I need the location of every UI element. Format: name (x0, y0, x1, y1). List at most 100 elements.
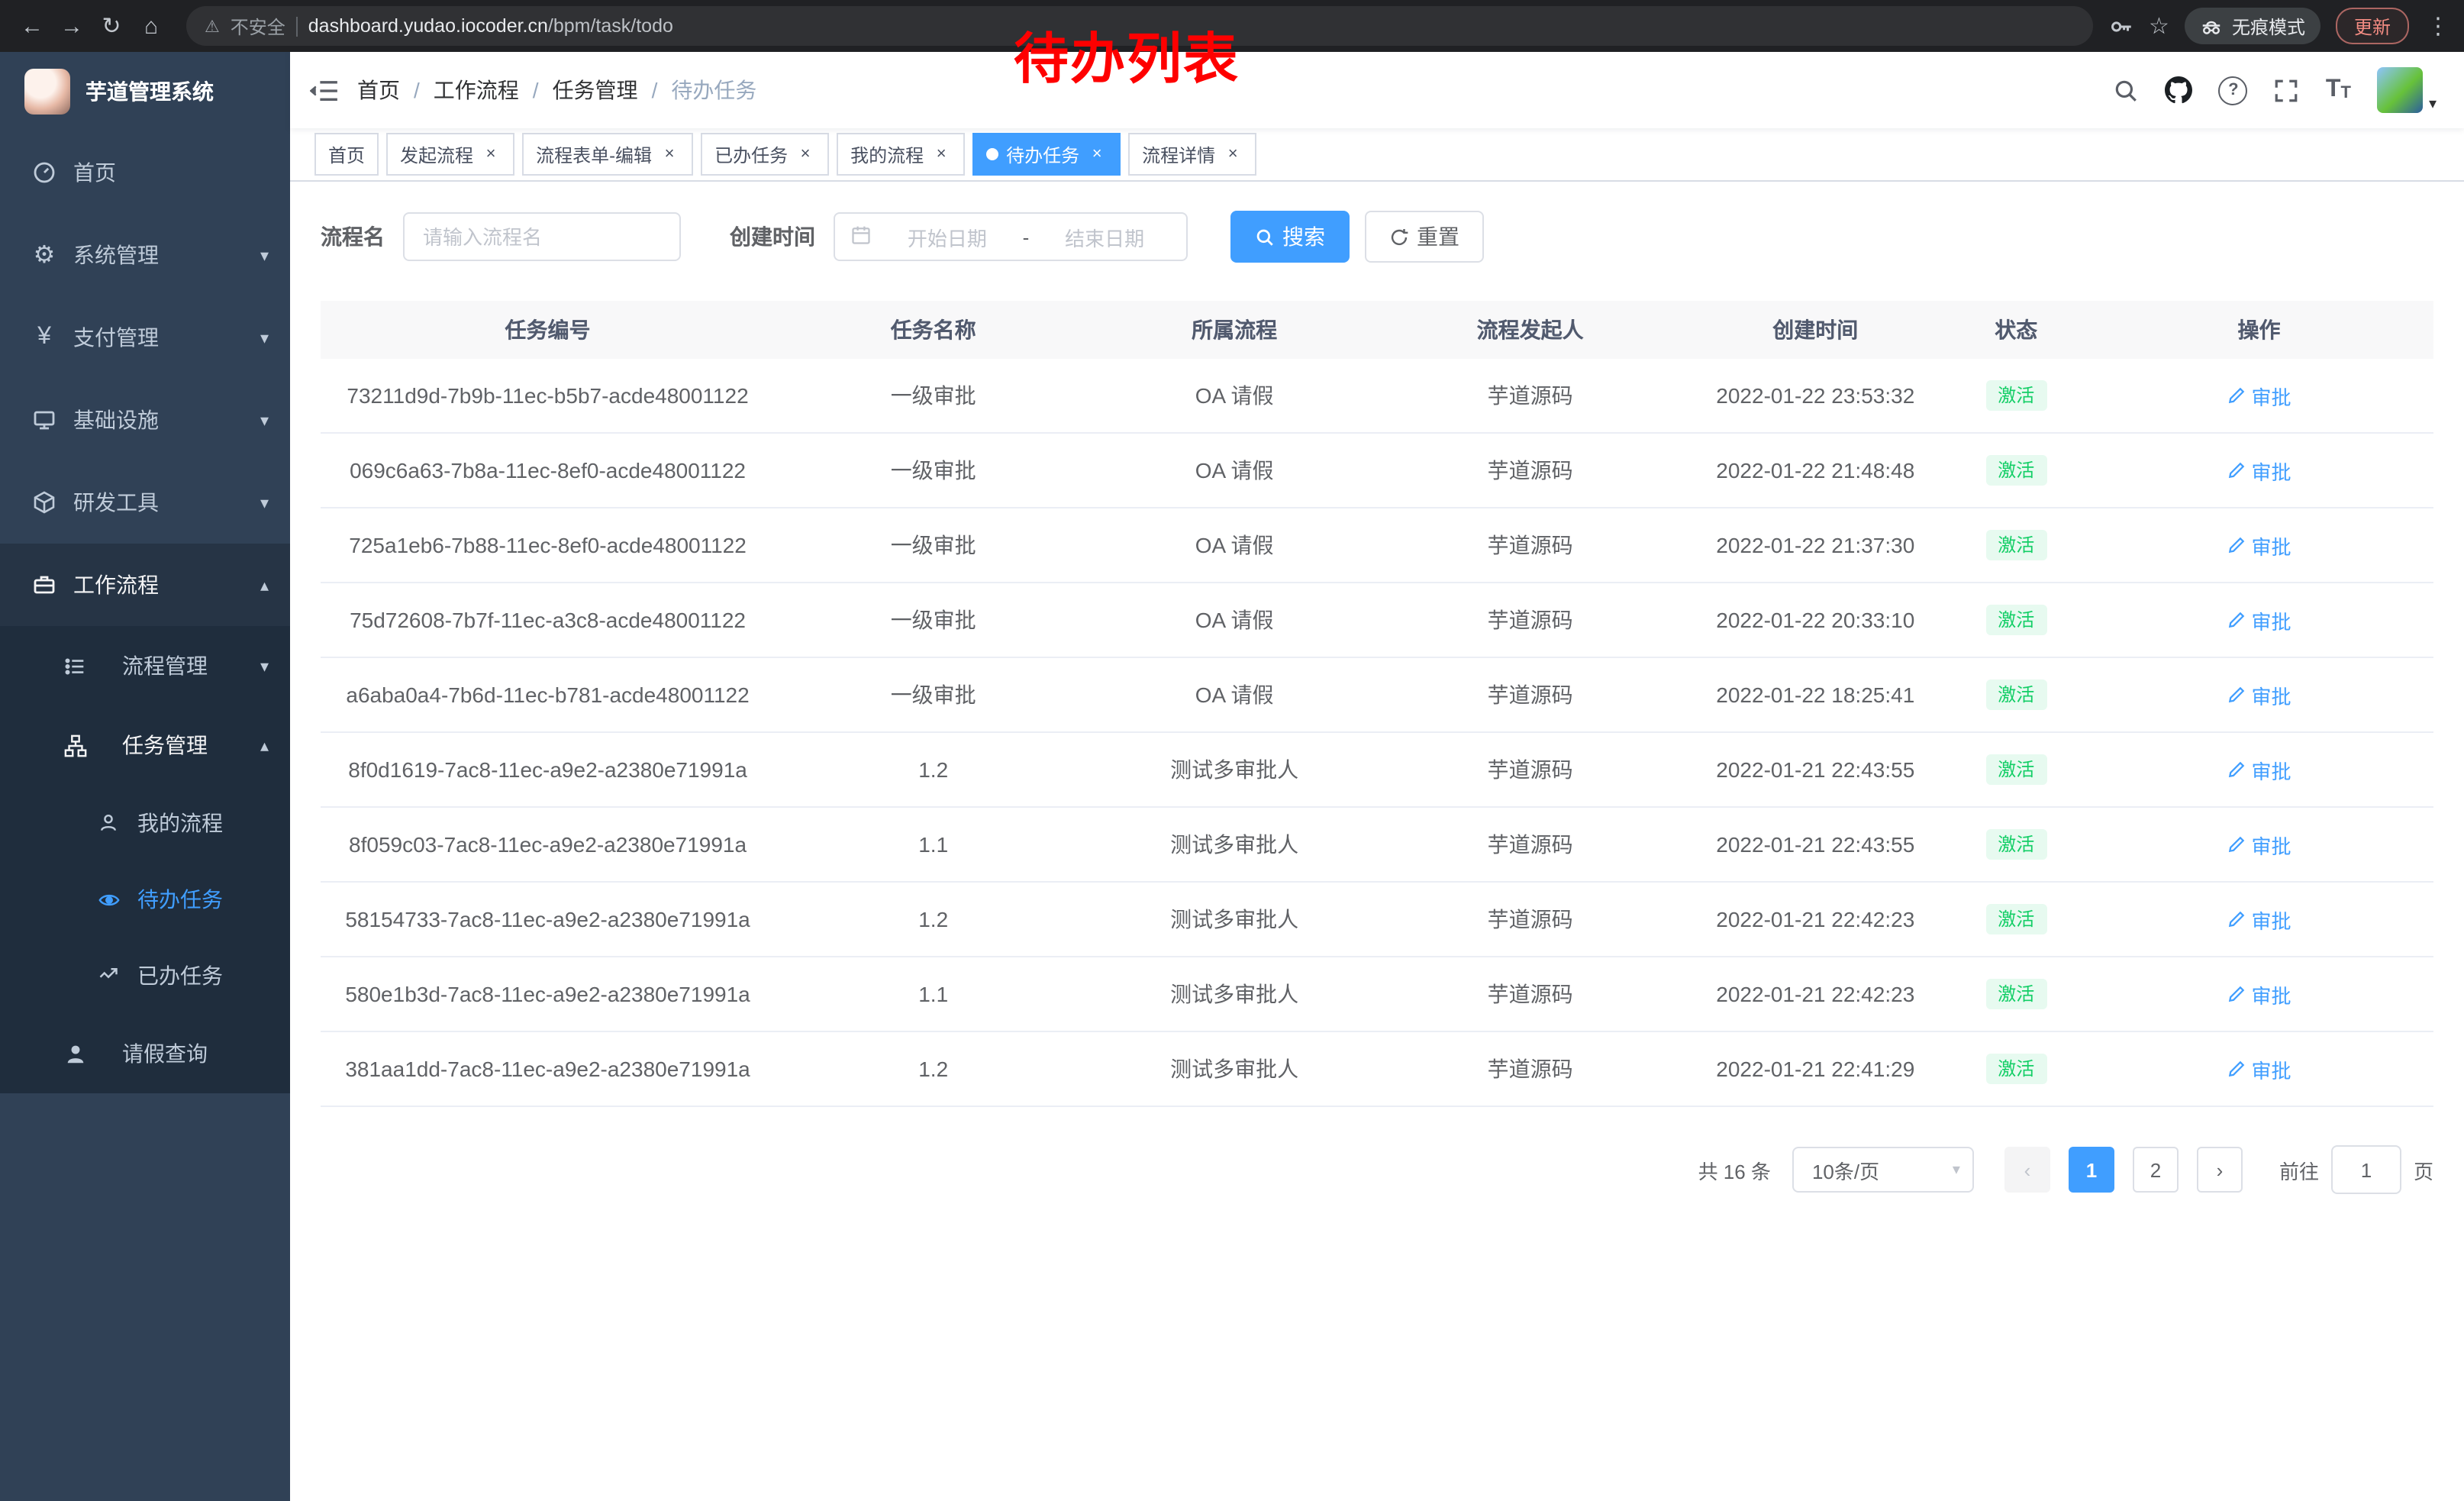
sidebar-item-done-task[interactable]: 已办任务 (0, 938, 290, 1014)
sidebar-item-payment[interactable]: ¥ 支付管理 ▾ (0, 296, 290, 379)
cell-process: 测试多审批人 (1092, 754, 1377, 785)
cell-initiator: 芋道源码 (1377, 455, 1683, 486)
tab-done-task[interactable]: 已办任务× (701, 133, 829, 176)
cell-initiator: 芋道源码 (1377, 754, 1683, 785)
page-button-1[interactable]: 1 (2069, 1147, 2114, 1193)
sidebar-item-leave-query[interactable]: 请假查询 (0, 1014, 290, 1093)
breadcrumb-item[interactable]: 任务管理 (553, 75, 638, 105)
tab-my-process[interactable]: 我的流程× (837, 133, 965, 176)
sidebar-toggle-icon[interactable] (290, 52, 357, 128)
dashboard-gauge-icon (31, 160, 58, 185)
sidebar-item-label: 请假查询 (122, 1038, 208, 1069)
cube-icon (31, 490, 58, 515)
browser-update-button[interactable]: 更新 (2336, 8, 2409, 44)
table-row: 75d72608-7b7f-11ec-a3c8-acde48001122 一级审… (321, 583, 2433, 658)
cell-initiator: 芋道源码 (1377, 1054, 1683, 1084)
navbar-actions: ? TT ▾ (2114, 67, 2437, 113)
avatar[interactable] (2377, 67, 2423, 113)
tab-process-detail[interactable]: 流程详情× (1128, 133, 1256, 176)
browser-forward-icon[interactable]: → (52, 6, 92, 46)
prev-page-button[interactable]: ‹ (2004, 1147, 2050, 1193)
goto-page-input[interactable] (2331, 1145, 2401, 1194)
sidebar-item-devtools[interactable]: 研发工具 ▾ (0, 461, 290, 544)
page-button-2[interactable]: 2 (2133, 1147, 2179, 1193)
browser-home-icon[interactable]: ⌂ (131, 6, 171, 46)
main-area: 首页 / 工作流程 / 任务管理 / 待办任务 (290, 52, 2464, 1501)
tab-todo-task[interactable]: 待办任务× (972, 133, 1121, 176)
next-page-button[interactable]: › (2197, 1147, 2243, 1193)
cell-initiator: 芋道源码 (1377, 380, 1683, 411)
active-dot (986, 148, 998, 160)
breadcrumb: 首页 / 工作流程 / 任务管理 / 待办任务 (357, 75, 756, 105)
range-separator: - (1023, 225, 1030, 248)
breadcrumb-separator: / (652, 78, 658, 102)
search-button[interactable]: 搜索 (1230, 211, 1350, 263)
breadcrumb-item[interactable]: 首页 (357, 75, 400, 105)
sidebar-logo[interactable]: 芋道管理系统 (0, 52, 290, 131)
cell-task-id: 58154733-7ac8-11ec-a9e2-a2380e71991a (321, 907, 775, 931)
gear-icon: ⚙ (31, 240, 58, 270)
approve-link[interactable]: 审批 (2227, 456, 2291, 485)
approve-link[interactable]: 审批 (2227, 830, 2291, 859)
approve-link[interactable]: 审批 (2227, 531, 2291, 560)
incognito-spy-icon (2200, 15, 2223, 37)
bookmark-star-icon[interactable]: ☆ (2149, 12, 2169, 40)
tab-form-edit[interactable]: 流程表单-编辑× (522, 133, 693, 176)
approve-link[interactable]: 审批 (2227, 1054, 2291, 1083)
search-icon[interactable] (2114, 77, 2140, 103)
status-badge: 激活 (1985, 1054, 2046, 1084)
cell-task-name: 1.2 (775, 1057, 1092, 1081)
approve-link[interactable]: 审批 (2227, 680, 2291, 709)
cell-task-id: 75d72608-7b7f-11ec-a3c8-acde48001122 (321, 608, 775, 632)
github-icon[interactable] (2166, 76, 2193, 104)
cell-created-time: 2022-01-22 18:25:41 (1683, 683, 1947, 707)
tab-start-process[interactable]: 发起流程× (386, 133, 514, 176)
breadcrumb-item[interactable]: 工作流程 (434, 75, 519, 105)
sidebar-item-system[interactable]: ⚙ 系统管理 ▾ (0, 214, 290, 296)
user-menu[interactable]: ▾ (2377, 67, 2437, 113)
close-icon[interactable]: × (1087, 144, 1107, 164)
chevron-down-icon: ▾ (260, 656, 269, 676)
process-name-input[interactable] (403, 212, 681, 261)
cell-process: OA 请假 (1092, 679, 1377, 710)
close-icon[interactable]: × (931, 144, 951, 164)
sidebar-item-todo-task[interactable]: 待办任务 (0, 861, 290, 938)
approve-link[interactable]: 审批 (2227, 605, 2291, 634)
sidebar-item-home[interactable]: 首页 (0, 131, 290, 214)
help-icon[interactable]: ? (2219, 76, 2248, 105)
font-size-icon[interactable]: TT (2326, 78, 2351, 102)
tab-home[interactable]: 首页 (314, 133, 379, 176)
briefcase-icon (31, 573, 58, 597)
close-icon[interactable]: × (795, 144, 815, 164)
browser-refresh-icon[interactable]: ↻ (92, 6, 131, 46)
approve-link[interactable]: 审批 (2227, 980, 2291, 1009)
user-chat-icon (95, 812, 122, 834)
cell-created-time: 2022-01-22 20:33:10 (1683, 608, 1947, 632)
close-icon[interactable]: × (660, 144, 679, 164)
browser-menu-icon[interactable]: ⋮ (2424, 12, 2452, 40)
cell-initiator: 芋道源码 (1377, 829, 1683, 860)
browser-back-icon[interactable]: ← (12, 6, 52, 46)
sidebar-item-workflow[interactable]: 工作流程 ▴ (0, 544, 290, 626)
sidebar-item-task-mgmt[interactable]: 任务管理 ▴ (0, 705, 290, 785)
status-badge: 激活 (1985, 904, 2046, 934)
reset-button[interactable]: 重置 (1365, 211, 1484, 263)
sidebar-item-label: 系统管理 (73, 240, 159, 270)
date-range-picker[interactable]: 开始日期 - 结束日期 (834, 212, 1188, 261)
password-key-icon[interactable] (2108, 13, 2133, 39)
sidebar-item-infra[interactable]: 基础设施 ▾ (0, 379, 290, 461)
cell-created-time: 2022-01-21 22:42:23 (1683, 907, 1947, 931)
approve-link[interactable]: 审批 (2227, 905, 2291, 934)
cell-process: 测试多审批人 (1092, 1054, 1377, 1084)
process-name-label: 流程名 (321, 221, 385, 252)
sidebar-item-process-mgmt[interactable]: 流程管理 ▾ (0, 626, 290, 705)
sidebar-item-my-process[interactable]: 我的流程 (0, 785, 290, 861)
close-icon[interactable]: × (1223, 144, 1243, 164)
fullscreen-icon[interactable] (2274, 77, 2300, 103)
app-title: 芋道管理系统 (85, 76, 214, 107)
approve-link[interactable]: 审批 (2227, 755, 2291, 784)
page-size-select[interactable]: 10条/页 ▾ (1792, 1147, 1974, 1193)
cell-created-time: 2022-01-21 22:43:55 (1683, 832, 1947, 857)
close-icon[interactable]: × (481, 144, 501, 164)
approve-link[interactable]: 审批 (2227, 381, 2291, 410)
